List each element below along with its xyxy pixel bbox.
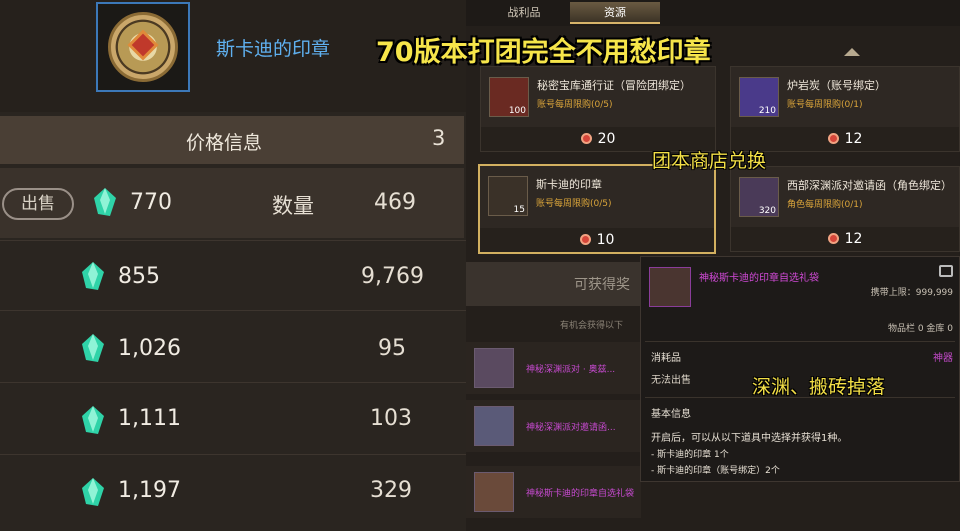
qty-value: 9,769 (361, 264, 424, 289)
qty-label: 数量 (272, 194, 314, 218)
obtain-row[interactable]: 神秘深渊派对 · 奥兹... (466, 342, 641, 394)
item-description: 开启后，可以从以下道具中选择并获得1种。 (651, 433, 848, 444)
item-tooltip: 神秘斯卡迪的印章自选礼袋 携带上限：999,999 物品栏 0 金库 0 消耗品… (640, 256, 960, 482)
tab-resources[interactable]: 资源 (570, 2, 660, 24)
qty-value: 469 (374, 190, 416, 215)
divider (0, 382, 466, 383)
qty-value: 103 (370, 406, 412, 431)
seal-icon: 15 (488, 176, 528, 216)
shop-panel: 战利品 资源 100 秘密宝库通行证（冒险团绑定） 账号每周限购(0/5) 20… (466, 0, 960, 531)
reward-box-icon (474, 472, 514, 512)
card-limit: 角色每周限购(0/1) (787, 200, 863, 210)
caption-shop: 团本商店兑换 (652, 150, 767, 172)
gem-icon (82, 262, 104, 290)
scroll-up-icon[interactable] (844, 48, 860, 56)
price-row[interactable]: 出售 770 数量 469 (0, 168, 464, 238)
obtain-text: 神秘深渊派对邀请函... (526, 423, 616, 433)
sell-button[interactable]: 出售 (2, 188, 74, 220)
qty-value: 95 (378, 336, 406, 361)
price-value: 855 (118, 264, 160, 289)
tab-loot[interactable]: 战利品 (496, 2, 552, 24)
item-icon-frame[interactable] (96, 2, 190, 92)
gift-bag-icon (649, 267, 691, 307)
price-info-title: 价格信息 (186, 132, 263, 154)
shop-card[interactable]: 100 秘密宝库通行证（冒险团绑定） 账号每周限购(0/5) 20 (480, 66, 716, 152)
card-name: 斯卡迪的印章 (536, 178, 602, 191)
card-limit: 账号每周限购(0/5) (536, 199, 612, 209)
coin-icon (580, 133, 592, 144)
item-category: 消耗品 (651, 353, 681, 364)
invitation-icon: 320 (739, 177, 779, 217)
basic-info-title: 基本信息 (651, 409, 691, 420)
coin-icon (827, 133, 839, 144)
gem-icon (82, 478, 104, 506)
sell-status: 无法出售 (651, 375, 691, 386)
price-value: 1,026 (118, 336, 181, 361)
card-limit: 账号每周限购(0/1) (787, 100, 863, 110)
gem-icon (94, 188, 116, 216)
obtain-row[interactable]: 神秘斯卡迪的印章自选礼袋 (466, 466, 641, 518)
reward-box-icon (474, 406, 514, 446)
card-cost: 12 (731, 227, 959, 251)
coin-icon (827, 233, 839, 244)
caption-drop: 深渊、搬砖掉落 (752, 376, 886, 398)
price-value: 1,111 (118, 406, 181, 431)
inventory-count: 物品栏 0 金库 0 (887, 324, 953, 334)
caption-main: 70版本打团完全不用愁印章 (376, 37, 711, 68)
obtain-text: 神秘深渊派对 · 奥兹... (526, 365, 616, 375)
gem-icon (82, 334, 104, 362)
price-panel: 斯卡迪的印章 价格信息 3 出售 770 数量 469 855 9,769 1,… (0, 0, 466, 531)
obtain-row[interactable]: 神秘深渊派对邀请函... (466, 400, 641, 452)
price-value: 1,197 (118, 478, 181, 503)
divider (0, 454, 466, 455)
hold-limit: 携带上限：999,999 (870, 288, 953, 298)
price-row[interactable]: 1,197 329 (0, 456, 464, 526)
card-name: 西部深渊派对邀请函（角色绑定） (787, 179, 952, 192)
price-value: 770 (130, 190, 172, 215)
shop-tabs: 战利品 资源 (466, 0, 960, 26)
tooltip-item-name: 神秘斯卡迪的印章自选礼袋 (699, 273, 819, 284)
obtain-title: 可获得奖 (574, 277, 630, 293)
price-row[interactable]: 855 9,769 (0, 240, 464, 310)
price-row[interactable]: 1,111 103 (0, 384, 464, 454)
card-name: 秘密宝库通行证（冒险团绑定） (537, 79, 691, 92)
obtain-text: 神秘斯卡迪的印章自选礼袋 (526, 489, 635, 499)
shop-card-selected[interactable]: 15 斯卡迪的印章 账号每周限购(0/5) 10 (478, 164, 716, 254)
vault-pass-icon: 100 (489, 77, 529, 117)
card-cost: 10 (480, 228, 714, 252)
gem-icon (82, 406, 104, 434)
seal-icon (108, 12, 178, 82)
shop-card[interactable]: 210 炉岩炭（账号绑定） 账号每周限购(0/1) 12 (730, 66, 960, 152)
obtain-header: 可获得奖 (466, 262, 641, 306)
card-name: 炉岩炭（账号绑定） (787, 79, 886, 92)
divider (0, 310, 466, 311)
option-line: - 斯卡迪的印章（账号绑定）2个 (651, 466, 780, 476)
shop-card[interactable]: 320 西部深渊派对邀请函（角色绑定） 角色每周限购(0/1) 12 (730, 166, 960, 252)
item-rarity: 神器 (933, 353, 953, 364)
item-name: 斯卡迪的印章 (216, 38, 331, 60)
reward-box-icon (474, 348, 514, 388)
coin-icon (579, 234, 591, 245)
obtain-subtitle: 有机会获得以下 (560, 321, 624, 331)
qty-value: 329 (370, 478, 412, 503)
price-info-header: 价格信息 3 (0, 116, 464, 164)
price-page-count: 3 (432, 126, 446, 150)
card-limit: 账号每周限购(0/5) (537, 100, 613, 110)
option-line: - 斯卡迪的印章 1个 (651, 450, 729, 460)
divider (645, 341, 955, 342)
furnace-ember-icon: 210 (739, 77, 779, 117)
price-row[interactable]: 1,026 95 (0, 312, 464, 382)
link-icon[interactable] (939, 265, 953, 277)
